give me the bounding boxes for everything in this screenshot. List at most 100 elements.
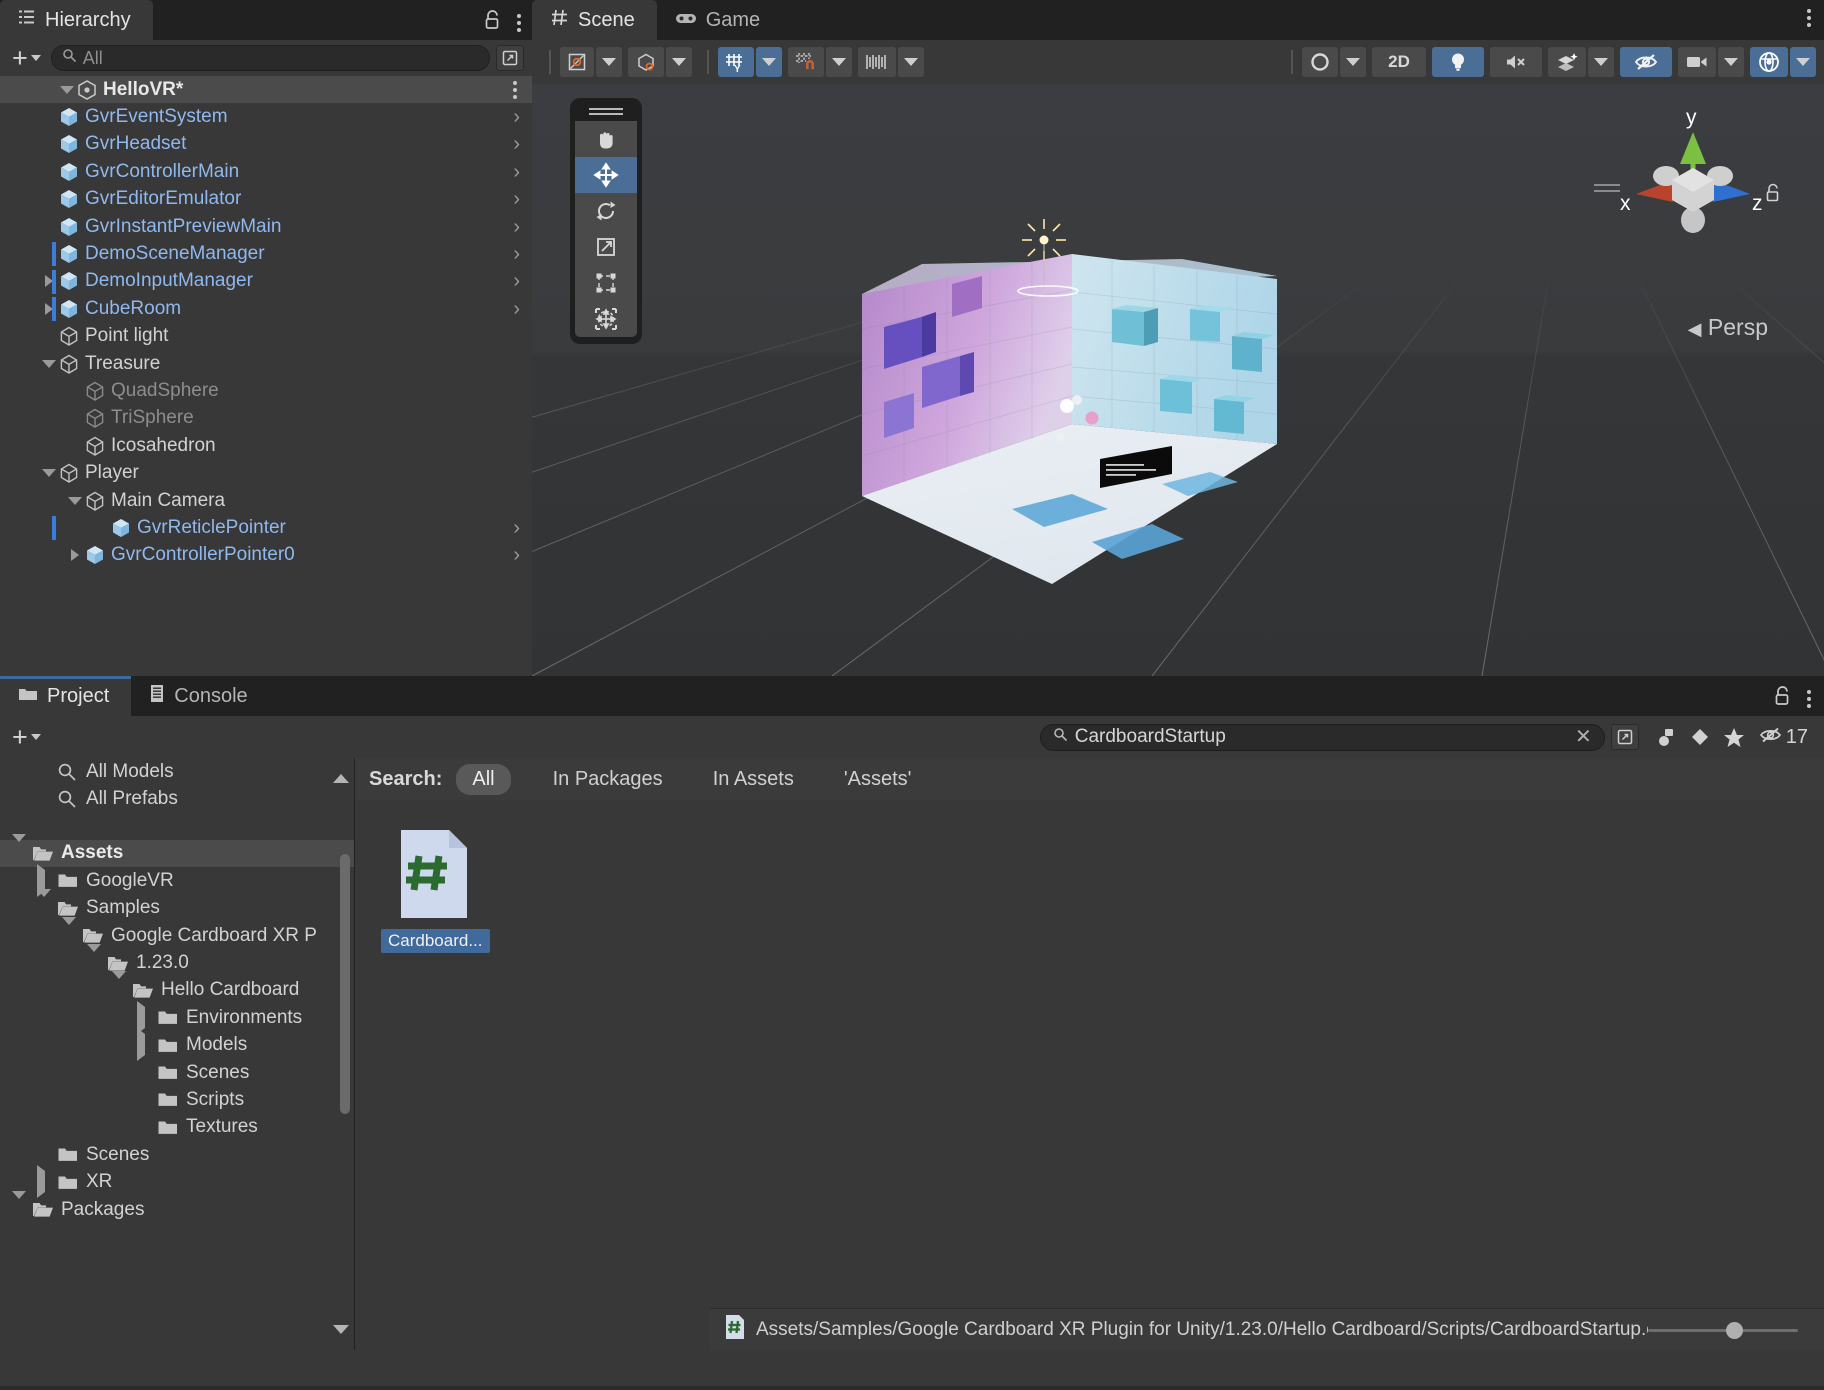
project-tree-item-packages[interactable]: Packages [0,1196,354,1223]
scene-orientation-gizmo[interactable]: y x z [1618,102,1768,272]
create-object-button[interactable]: + [8,48,45,68]
hierarchy-scene-root[interactable]: HelloVR* [0,76,532,103]
tool-handle-position-button[interactable] [560,47,594,77]
tab-scene[interactable]: Scene [532,0,657,40]
toggle-2d-button[interactable]: 2D [1372,47,1426,77]
project-create-button[interactable]: + [8,727,45,747]
hierarchy-item-treasure[interactable]: Treasure [0,350,532,377]
hierarchy-item-quadsphere[interactable]: QuadSphere [0,377,532,404]
toggle-lighting-button[interactable] [1432,47,1484,77]
project-tree-item-samples[interactable]: Samples [0,895,354,922]
project-tree-item-xr[interactable]: XR [0,1168,354,1195]
hierarchy-item-gvrinstantpreviewmain[interactable]: GvrInstantPreviewMain› [0,213,532,240]
zoom-slider-knob[interactable] [1726,1322,1743,1339]
prefab-open-chevron-icon[interactable]: › [513,134,520,154]
prefab-open-chevron-icon[interactable]: › [513,217,520,237]
scene-fx-button[interactable] [1548,47,1586,77]
prefab-open-chevron-icon[interactable]: › [513,162,520,182]
hand-tool-button[interactable] [575,121,637,157]
hierarchy-item-demoinputmanager[interactable]: DemoInputManager› [0,268,532,295]
hierarchy-item-cuberoom[interactable]: CubeRoom› [0,295,532,322]
project-tree-item-assets[interactable]: Assets [0,840,354,867]
grid-axis-y-button[interactable]: Y [718,47,754,77]
hierarchy-item-main-camera[interactable]: Main Camera [0,487,532,514]
hierarchy-item-player[interactable]: Player [0,459,532,486]
asset-grid[interactable]: Cardboard... [355,800,1824,1320]
filter-favorites-button[interactable] [1717,723,1751,751]
filter-by-type-button[interactable] [1649,723,1683,751]
prefab-open-chevron-icon[interactable]: › [513,299,520,319]
rect-tool-button[interactable] [575,265,637,301]
project-tree-item-textures[interactable]: Textures [0,1114,354,1141]
hierarchy-item-gvrcontrollerpointer0[interactable]: GvrControllerPointer0› [0,542,532,569]
hierarchy-search-input[interactable]: All [51,45,490,71]
tab-console[interactable]: Console [131,676,269,716]
scene-view-shading-dropdown[interactable] [1340,47,1366,77]
project-tree-item-scripts[interactable]: Scripts [0,1086,354,1113]
prefab-open-chevron-icon[interactable]: › [513,271,520,291]
prefab-open-chevron-icon[interactable]: › [513,189,520,209]
project-tree-item-googlevr[interactable]: GoogleVR [0,867,354,894]
tab-hierarchy[interactable]: Hierarchy [0,0,153,40]
gizmo-drag-handle[interactable] [1594,184,1620,196]
hierarchy-item-trisphere[interactable]: TriSphere [0,405,532,432]
tree-scrollbar-thumb[interactable] [340,854,350,1114]
grid-snapping-dropdown[interactable] [826,47,852,77]
search-filter-all[interactable]: All [456,764,510,795]
gizmos-dropdown[interactable] [1790,47,1816,77]
prefab-open-chevron-icon[interactable]: › [513,244,520,264]
scene-camera-dropdown[interactable] [1718,47,1744,77]
twisty-down-icon[interactable] [42,360,56,368]
project-search-input[interactable]: CardboardStartup ✕ [1040,724,1605,751]
hierarchy-item-gvrcontrollermain[interactable]: GvrControllerMain› [0,158,532,185]
project-kebab-menu-icon[interactable] [1806,690,1812,708]
twisty-right-icon[interactable] [137,1028,145,1061]
twisty-down-icon[interactable] [87,944,101,973]
transform-tool-button[interactable] [575,301,637,337]
twisty-down-icon[interactable] [12,834,26,863]
project-tree-item-scenes[interactable]: Scenes [0,1059,354,1086]
hierarchy-item-gvrheadset[interactable]: GvrHeadset› [0,131,532,158]
filter-by-label-button[interactable] [1683,723,1717,751]
hierarchy-item-gvrreticlepointer[interactable]: GvrReticlePointer› [0,514,532,541]
palette-drag-handle[interactable] [575,104,637,118]
hierarchy-item-point-light[interactable]: Point light [0,323,532,350]
clear-x-icon[interactable]: ✕ [1575,727,1592,747]
scene-fx-dropdown[interactable] [1588,47,1614,77]
project-tree-item-hello-cardboard[interactable]: Hello Cardboard [0,977,354,1004]
search-filter-assets-folder[interactable]: 'Assets' [828,764,928,795]
prefab-open-chevron-icon[interactable]: › [513,107,520,127]
scene-context-menu-icon[interactable] [512,81,518,99]
move-tool-button[interactable] [575,157,637,193]
tool-handle-position-dropdown[interactable] [596,47,622,77]
project-tree-item-1.23.0[interactable]: 1.23.0 [0,949,354,976]
gizmos-toggle-button[interactable] [1750,47,1788,77]
project-tree-item-environments[interactable]: Environments [0,1004,354,1031]
prefab-open-chevron-icon[interactable]: › [513,518,520,538]
toggle-audio-button[interactable] [1490,47,1542,77]
project-search-popout-button[interactable] [1611,724,1639,750]
tool-handle-rotation-dropdown[interactable] [666,47,692,77]
search-filter-in-packages[interactable]: In Packages [537,764,679,795]
kebab-menu-icon[interactable] [516,14,522,32]
tool-handle-rotation-button[interactable] [628,47,664,77]
twisty-down-icon[interactable] [12,1191,26,1220]
project-tree-item-google-cardboard-xr-p[interactable]: Google Cardboard XR P [0,922,354,949]
grid-snapping-button[interactable] [788,47,824,77]
hierarchy-item-gvreventsystem[interactable]: GvrEventSystem› [0,103,532,130]
search-filter-in-assets[interactable]: In Assets [697,764,810,795]
twisty-down-icon[interactable] [42,469,56,477]
scene-viewport[interactable]: y x z ◀ Persp [532,84,1824,676]
twisty-down-icon[interactable] [62,917,76,946]
hierarchy-item-icosahedron[interactable]: Icosahedron [0,432,532,459]
gizmo-projection-mode[interactable]: ◀ Persp [1688,314,1768,341]
snap-increment-dropdown[interactable] [898,47,924,77]
project-tree-item-all-models[interactable]: All Models [0,758,354,785]
snap-increment-button[interactable] [858,47,896,77]
twisty-down-icon[interactable] [37,889,51,918]
scene-kebab-menu-icon[interactable] [1806,9,1812,27]
scale-tool-button[interactable] [575,229,637,265]
project-tree-item-all-prefabs[interactable]: All Prefabs [0,785,354,812]
asset-zoom-slider[interactable] [1648,1320,1798,1340]
project-lock-open-icon[interactable] [1773,685,1792,712]
